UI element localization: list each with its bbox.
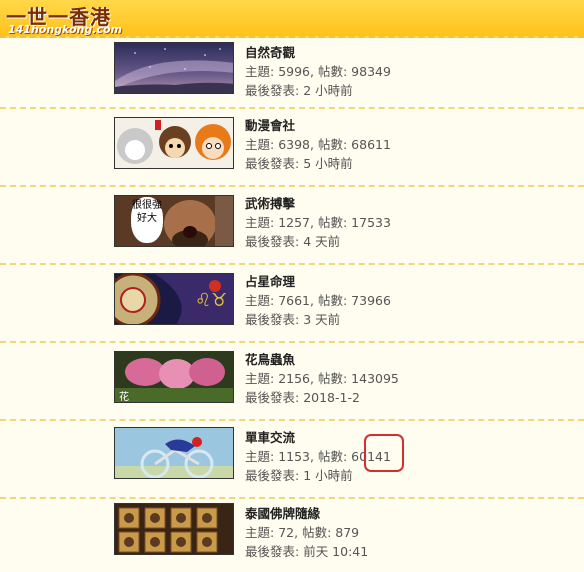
- forum-info: 自然奇觀 主題: 5996, 帖數: 98349 最後發表: 2 小時前: [245, 44, 391, 100]
- forum-info: 花鳥蟲魚 主題: 2156, 帖數: 143095 最後發表: 2018-1-2: [245, 351, 399, 407]
- image-caption: 花: [119, 392, 129, 403]
- forum-stats: 主題: 6398, 帖數: 68611: [245, 137, 391, 152]
- forum-name[interactable]: 武術搏擊: [245, 195, 391, 213]
- forum-name[interactable]: 泰國佛牌隨緣: [245, 505, 368, 523]
- amulets-image: [115, 504, 233, 554]
- forum-row[interactable]: 單車交流 主題: 1153, 帖數: 60141 最後發表: 1 小時前: [0, 421, 584, 499]
- forum-name[interactable]: 動漫會社: [245, 117, 391, 135]
- forum-info: 動漫會社 主題: 6398, 帖數: 68611 最後發表: 5 小時前: [245, 117, 391, 173]
- forum-thumbnail[interactable]: [114, 503, 234, 555]
- forum-thumbnail[interactable]: [114, 427, 234, 479]
- forum-stats: 主題: 2156, 帖數: 143095: [245, 371, 399, 386]
- forum-info: 占星命理 主題: 7661, 帖數: 73966 最後發表: 3 天前: [245, 273, 391, 329]
- svg-text:♌♉: ♌♉: [195, 290, 227, 311]
- forum-thumbnail[interactable]: 花: [114, 351, 234, 403]
- forum-row[interactable]: 泰國佛牌隨緣 主題: 72, 帖數: 879 最後發表: 前天 10:41: [0, 499, 584, 572]
- site-logo[interactable]: 一世一香港 141hongkong.com: [2, 1, 126, 37]
- forum-thumbnail[interactable]: ♌♉: [114, 273, 234, 325]
- forum-name[interactable]: 自然奇觀: [245, 44, 391, 62]
- forum-row[interactable]: ♌♉ 占星命理 主題: 7661, 帖數: 73966 最後發表: 3 天前: [0, 265, 584, 343]
- forum-thumbnail[interactable]: 很很強好大: [114, 195, 234, 247]
- forum-row[interactable]: 很很強好大 武術搏擊 主題: 1257, 帖數: 17533 最後發表: 4 天…: [0, 187, 584, 265]
- forum-stats: 主題: 5996, 帖數: 98349: [245, 64, 391, 79]
- milky-way-image: [115, 43, 233, 93]
- forum-last-post[interactable]: 最後發表: 2 小時前: [245, 81, 391, 100]
- forum-row[interactable]: 動漫會社 主題: 6398, 帖數: 68611 最後發表: 5 小時前: [0, 109, 584, 187]
- anime-characters-image: [115, 118, 233, 168]
- image-speech-bubble: 很很強好大: [131, 197, 163, 243]
- logo-subtext: 141hongkong.com: [8, 23, 122, 36]
- forum-last-post[interactable]: 最後發表: 前天 10:41: [245, 542, 368, 561]
- forum-stats: 主題: 1257, 帖數: 17533: [245, 215, 391, 230]
- forum-last-post[interactable]: 最後發表: 3 天前: [245, 310, 391, 329]
- forum-thumbnail[interactable]: [114, 117, 234, 169]
- forum-info: 泰國佛牌隨緣 主題: 72, 帖數: 879 最後發表: 前天 10:41: [245, 505, 368, 561]
- zodiac-wheel-image: ♌♉: [115, 274, 233, 324]
- forum-row[interactable]: 花 花鳥蟲魚 主題: 2156, 帖數: 143095 最後發表: 2018-1…: [0, 343, 584, 421]
- cyclist-image: [115, 428, 233, 478]
- forum-name[interactable]: 占星命理: [245, 273, 391, 291]
- forum-name[interactable]: 花鳥蟲魚: [245, 351, 399, 369]
- forum-row[interactable]: 自然奇觀 主題: 5996, 帖數: 98349 最後發表: 2 小時前: [0, 38, 584, 109]
- forum-stats: 主題: 7661, 帖數: 73966: [245, 293, 391, 308]
- forum-stats: 主題: 72, 帖數: 879: [245, 525, 360, 540]
- site-header: 一世一香港 141hongkong.com: [0, 0, 584, 38]
- pink-flowers-image: [115, 352, 233, 402]
- highlight-circle: [364, 434, 404, 472]
- forum-info: 武術搏擊 主題: 1257, 帖數: 17533 最後發表: 4 天前: [245, 195, 391, 251]
- forum-last-post[interactable]: 最後發表: 2018-1-2: [245, 388, 399, 407]
- forum-last-post[interactable]: 最後發表: 4 天前: [245, 232, 391, 251]
- forum-thumbnail[interactable]: [114, 42, 234, 94]
- forum-last-post[interactable]: 最後發表: 5 小時前: [245, 154, 391, 173]
